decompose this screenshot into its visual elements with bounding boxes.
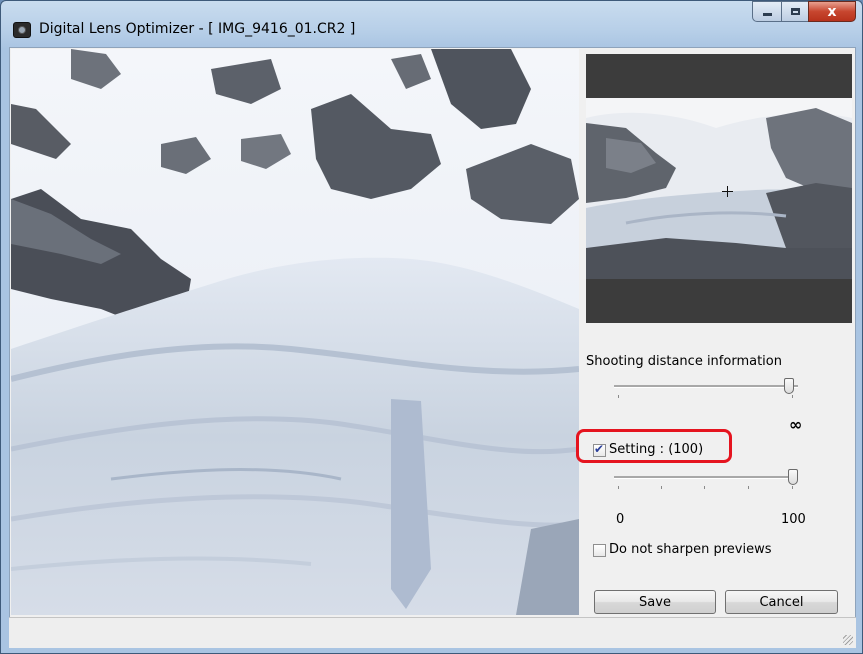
resize-grip-icon[interactable] [843, 635, 853, 645]
tick [704, 486, 705, 489]
file-name: [ IMG_9416_01.CR2 ] [208, 21, 356, 37]
window-title: Digital Lens Optimizer - [ IMG_9416_01.C… [39, 21, 355, 37]
no-sharpen-checkbox[interactable] [593, 544, 606, 557]
shooting-distance-ticks [614, 395, 798, 399]
tick [792, 395, 793, 398]
window-controls: x [752, 1, 856, 23]
camera-icon [13, 22, 31, 38]
setting-max-label: 100 [781, 512, 806, 527]
no-sharpen-label: Do not sharpen previews [609, 542, 772, 557]
crosshair-icon [722, 186, 733, 197]
settings-panel: Shooting distance information ∞ Setting … [582, 48, 855, 618]
setting-slider[interactable] [614, 469, 798, 489]
shooting-distance-thumb[interactable] [784, 378, 794, 394]
cancel-button[interactable]: Cancel [725, 590, 838, 614]
close-icon: x [827, 3, 837, 20]
glacier-image [11, 49, 579, 615]
shooting-distance-label: Shooting distance information [586, 354, 782, 369]
minimize-icon [762, 13, 772, 16]
infinity-label: ∞ [789, 415, 803, 434]
close-button[interactable]: x [808, 1, 856, 22]
navigator-panel[interactable] [586, 54, 852, 323]
tick [618, 395, 619, 398]
maximize-button[interactable] [781, 1, 808, 22]
tick [661, 486, 662, 489]
setting-highlight-annotation [576, 429, 732, 463]
navigator-thumbnail[interactable] [586, 98, 852, 279]
tick [792, 486, 793, 489]
thumbnail-image [586, 98, 852, 279]
app-name: Digital Lens Optimizer [39, 21, 195, 37]
tick [748, 486, 749, 489]
client-area: Shooting distance information ∞ Setting … [9, 47, 856, 647]
setting-thumb[interactable] [788, 469, 798, 485]
status-bar [9, 617, 856, 648]
minimize-button[interactable] [752, 1, 781, 22]
save-button[interactable]: Save [594, 590, 716, 614]
shooting-distance-slider[interactable] [614, 378, 798, 398]
setting-min-label: 0 [616, 512, 625, 527]
app-window: Digital Lens Optimizer - [ IMG_9416_01.C… [0, 0, 863, 654]
setting-track [614, 476, 798, 479]
title-bar[interactable]: Digital Lens Optimizer - [ IMG_9416_01.C… [1, 1, 862, 47]
shooting-distance-track [614, 385, 798, 388]
main-image-preview[interactable] [11, 49, 579, 615]
title-separator: - [194, 21, 209, 37]
tick [618, 486, 619, 489]
maximize-icon [790, 8, 800, 15]
setting-ticks [614, 486, 798, 490]
